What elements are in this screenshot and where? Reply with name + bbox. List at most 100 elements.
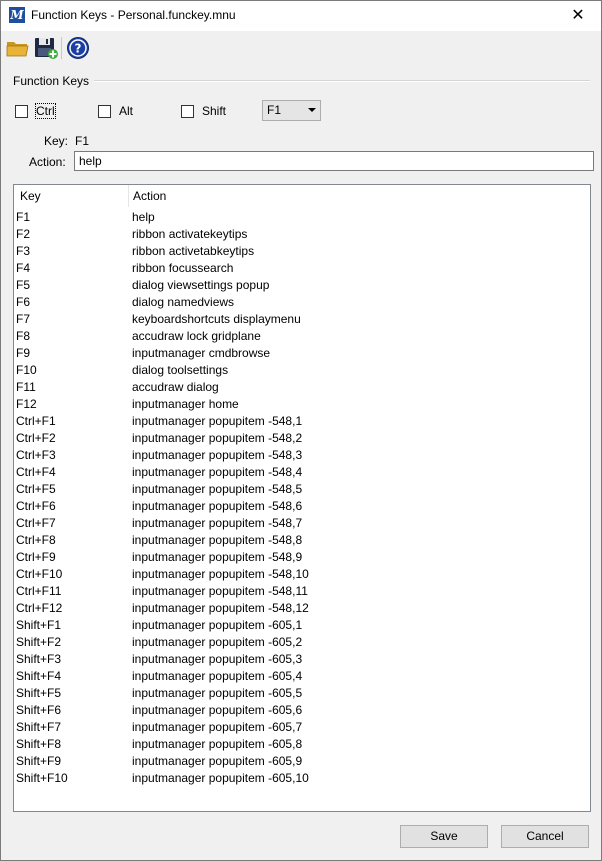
list-item-key: F7 xyxy=(16,312,31,326)
list-item[interactable]: Shift+F3 inputmanager popupitem -605,3 xyxy=(14,651,590,668)
list-item[interactable]: F6 dialog namedviews xyxy=(14,294,590,311)
list-item[interactable]: Ctrl+F5 inputmanager popupitem -548,5 xyxy=(14,481,590,498)
list-item-key: Shift+F3 xyxy=(16,652,62,666)
save-as-button[interactable] xyxy=(33,33,59,61)
list-item-key: F6 xyxy=(16,295,31,309)
cancel-button[interactable]: Cancel xyxy=(501,825,589,848)
list-item-action: inputmanager popupitem -548,4 xyxy=(132,465,303,479)
close-button[interactable]: ✕ xyxy=(555,1,601,31)
list-item[interactable]: F12 inputmanager home xyxy=(14,396,590,413)
list-item-key: Ctrl+F11 xyxy=(16,584,62,598)
list-item-action: dialog viewsettings popup xyxy=(132,278,270,292)
list-item[interactable]: Ctrl+F11 inputmanager popupitem -548,11 xyxy=(14,583,590,600)
list-item-action: dialog namedviews xyxy=(132,295,235,309)
action-input[interactable]: help xyxy=(74,151,594,171)
list-item[interactable]: Ctrl+F7 inputmanager popupitem -548,7 xyxy=(14,515,590,532)
function-key-list[interactable]: Key Action F1 help F2 ribbon activatekeytip… xyxy=(13,184,591,812)
list-item[interactable]: F7 keyboardshortcuts displaymenu xyxy=(14,311,590,328)
list-item-key: Shift+F2 xyxy=(16,635,62,649)
list-item-action: inputmanager popupitem -548,12 xyxy=(132,601,309,615)
save-button[interactable]: Save xyxy=(400,825,488,848)
list-item-key: F3 xyxy=(16,244,31,258)
list-item-key: Shift+F9 xyxy=(16,754,62,768)
list-item-key: Ctrl+F12 xyxy=(16,601,63,615)
list-item[interactable]: F8 accudraw lock gridplane xyxy=(14,328,590,345)
list-item[interactable]: Shift+F6 inputmanager popupitem -605,6 xyxy=(14,702,590,719)
column-header-key[interactable]: Key xyxy=(14,185,134,207)
list-item-action: inputmanager popupitem -548,8 xyxy=(132,533,303,547)
list-item-action: dialog toolsettings xyxy=(132,363,229,377)
list-item-key: Ctrl+F1 xyxy=(16,414,56,428)
list-item[interactable]: Ctrl+F3 inputmanager popupitem -548,3 xyxy=(14,447,590,464)
list-item-action: inputmanager popupitem -605,7 xyxy=(132,720,303,734)
list-item[interactable]: Shift+F2 inputmanager popupitem -605,2 xyxy=(14,634,590,651)
chevron-down-icon xyxy=(308,108,316,112)
list-item-key: Ctrl+F6 xyxy=(16,499,56,513)
list-item-action: inputmanager popupitem -605,8 xyxy=(132,737,303,751)
alt-checkbox-box[interactable] xyxy=(98,104,111,118)
list-item[interactable]: Shift+F1 inputmanager popupitem -605,1 xyxy=(14,617,590,634)
list-item[interactable]: F4 ribbon focussearch xyxy=(14,260,590,277)
alt-checkbox[interactable]: Alt xyxy=(98,104,133,118)
list-item[interactable]: Shift+F4 inputmanager popupitem -605,4 xyxy=(14,668,590,685)
list-item-key: Ctrl+F9 xyxy=(16,550,56,564)
list-item[interactable]: Ctrl+F8 inputmanager popupitem -548,8 xyxy=(14,532,590,549)
list-item[interactable]: F1 help xyxy=(14,209,590,226)
list-item-action: inputmanager popupitem -548,11 xyxy=(132,584,308,598)
list-header: Key Action xyxy=(14,185,590,207)
list-item-action: inputmanager home xyxy=(132,397,239,411)
list-item-action: ribbon activatekeytips xyxy=(132,227,248,241)
list-item-action: inputmanager popupitem -605,1 xyxy=(132,618,303,632)
shift-checkbox[interactable]: Shift xyxy=(181,104,226,118)
list-item[interactable]: Shift+F5 inputmanager popupitem -605,5 xyxy=(14,685,590,702)
list-item-key: Ctrl+F8 xyxy=(16,533,56,547)
function-key-dropdown[interactable]: F1 xyxy=(262,100,321,121)
list-item[interactable]: F9 inputmanager cmdbrowse xyxy=(14,345,590,362)
list-item-key: F1 xyxy=(16,210,31,224)
list-item-action: inputmanager popupitem -548,9 xyxy=(132,550,303,564)
list-item[interactable]: F10 dialog toolsettings xyxy=(14,362,590,379)
help-button[interactable]: ? xyxy=(65,33,91,61)
list-item[interactable]: Ctrl+F4 inputmanager popupitem -548,4 xyxy=(14,464,590,481)
shift-checkbox-box[interactable] xyxy=(181,104,194,118)
folder-open-icon xyxy=(6,42,29,57)
ctrl-checkbox[interactable]: Ctrl xyxy=(15,103,56,119)
list-item-key: F2 xyxy=(16,227,31,241)
list-item-action: inputmanager popupitem -605,6 xyxy=(132,703,303,717)
list-item-key: Shift+F5 xyxy=(16,686,62,700)
list-item[interactable]: F11 accudraw dialog xyxy=(14,379,590,396)
list-item[interactable]: Shift+F9 inputmanager popupitem -605,9 xyxy=(14,753,590,770)
list-item-action: inputmanager popupitem -605,5 xyxy=(132,686,303,700)
list-item-action: inputmanager popupitem -548,1 xyxy=(132,414,303,428)
list-item[interactable]: Shift+F10 inputmanager popupitem -605,10 xyxy=(14,770,590,787)
list-item-key: F8 xyxy=(16,329,31,343)
list-item[interactable]: Ctrl+F12 inputmanager popupitem -548,12 xyxy=(14,600,590,617)
list-item-key: Ctrl+F5 xyxy=(16,482,56,496)
list-item-action: inputmanager popupitem -548,3 xyxy=(132,448,303,462)
list-item-key: Shift+F7 xyxy=(16,720,62,734)
list-item[interactable]: Ctrl+F9 inputmanager popupitem -548,9 xyxy=(14,549,590,566)
list-item[interactable]: Shift+F8 inputmanager popupitem -605,8 xyxy=(14,736,590,753)
list-item[interactable]: F3 ribbon activetabkeytips xyxy=(14,243,590,260)
action-caption: Action: xyxy=(29,155,66,169)
list-item[interactable]: F5 dialog viewsettings popup xyxy=(14,277,590,294)
open-file-button[interactable] xyxy=(5,33,31,61)
list-item-action: inputmanager popupitem -548,6 xyxy=(132,499,303,513)
list-item-action: keyboardshortcuts displaymenu xyxy=(132,312,301,326)
list-item-key: Ctrl+F10 xyxy=(16,567,63,581)
list-item[interactable]: Ctrl+F6 inputmanager popupitem -548,6 xyxy=(14,498,590,515)
list-item-key: F5 xyxy=(16,278,31,292)
column-header-action[interactable]: Action xyxy=(128,185,573,207)
toolbar: ? xyxy=(1,31,601,65)
list-item-key: F11 xyxy=(16,380,36,394)
list-item-key: F12 xyxy=(16,397,37,411)
list-item-action: accudraw dialog xyxy=(132,380,219,394)
list-item[interactable]: F2 ribbon activatekeytips xyxy=(14,226,590,243)
list-item[interactable]: Ctrl+F1 inputmanager popupitem -548,1 xyxy=(14,413,590,430)
list-item[interactable]: Ctrl+F2 inputmanager popupitem -548,2 xyxy=(14,430,590,447)
list-item[interactable]: Shift+F7 inputmanager popupitem -605,7 xyxy=(14,719,590,736)
ctrl-checkbox-box[interactable] xyxy=(15,104,28,118)
list-item-key: Shift+F1 xyxy=(16,618,62,632)
list-item[interactable]: Ctrl+F10 inputmanager popupitem -548,10 xyxy=(14,566,590,583)
list-item-key: F4 xyxy=(16,261,31,275)
